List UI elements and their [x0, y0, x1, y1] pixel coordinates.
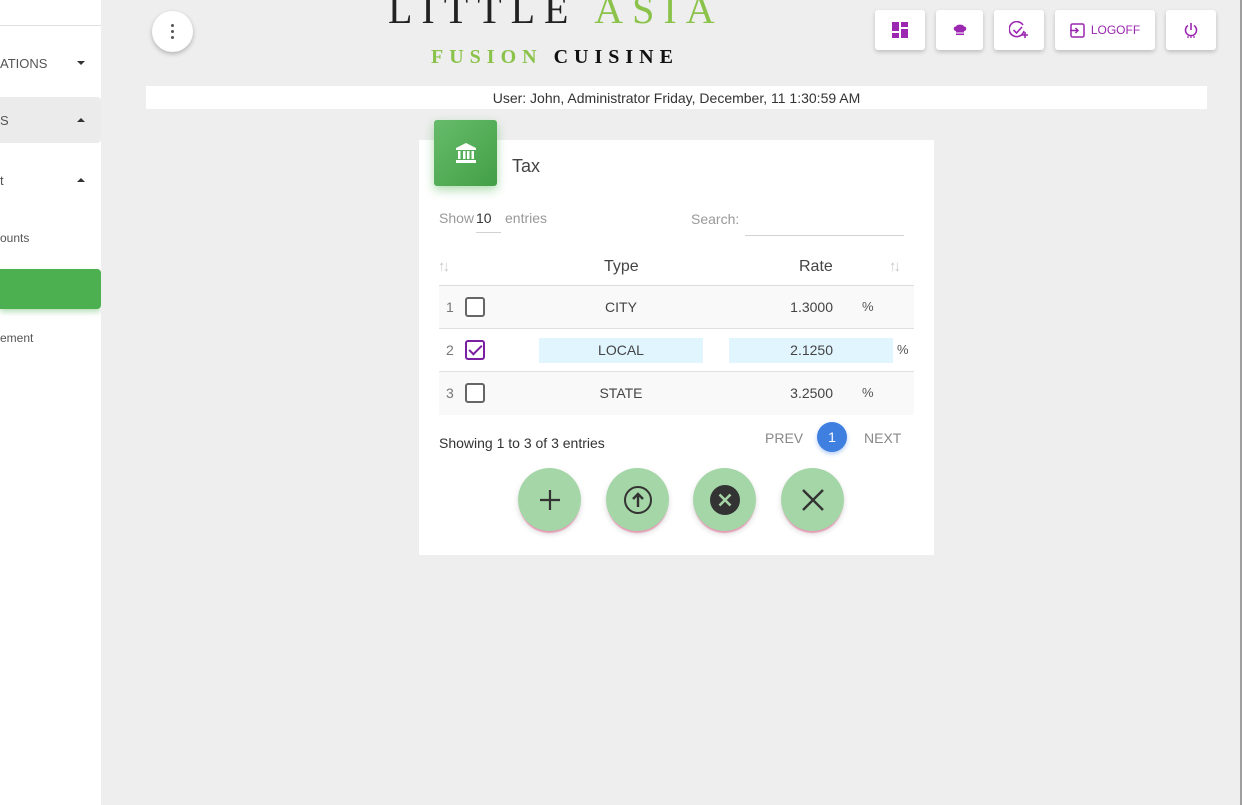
logoff-button[interactable]: LOGOFF: [1055, 10, 1155, 50]
entries-label: entries: [505, 210, 548, 226]
dashboard-button[interactable]: [875, 10, 925, 50]
logout-icon: [1069, 22, 1085, 38]
bank-icon: [455, 143, 476, 163]
close-button[interactable]: [781, 468, 844, 531]
search-label: Search:: [691, 211, 740, 227]
prev-page-button[interactable]: PREV: [765, 430, 803, 446]
card-header-icon: [434, 120, 497, 186]
column-header-type[interactable]: Type: [604, 258, 639, 276]
close-icon: [801, 488, 824, 511]
dashboard-icon: [892, 22, 908, 38]
row-rate-field[interactable]: 2.1250: [729, 338, 893, 363]
next-page-button[interactable]: NEXT: [864, 430, 901, 446]
row-unit: %: [862, 299, 874, 314]
logo-word-asia: ASIA: [594, 0, 724, 32]
caret-up-icon: [77, 118, 85, 122]
sidebar-item-accounts[interactable]: ounts: [0, 229, 101, 247]
logo-word-cuisine: CUISINE: [553, 46, 679, 68]
sidebar-item-label: ounts: [0, 231, 30, 245]
row-type-field[interactable]: LOCAL: [539, 338, 703, 363]
card-title: Tax: [512, 156, 541, 176]
logo-subtitle: FUSION CUISINE: [431, 46, 679, 69]
table-row[interactable]: 2 LOCAL 2.1250 %: [439, 329, 914, 372]
table-row[interactable]: 1 CITY 1.3000 %: [439, 286, 914, 329]
power-button[interactable]: [1166, 10, 1216, 50]
more-vertical-icon: [171, 24, 174, 39]
check-add-icon: [1009, 21, 1028, 38]
caret-down-icon: [77, 61, 85, 65]
show-label: Show: [439, 210, 475, 226]
row-type: STATE: [599, 385, 643, 401]
sidebar-item-operations[interactable]: ATIONS: [0, 52, 101, 74]
logoff-label: LOGOFF: [1090, 23, 1141, 37]
row-type: CITY: [605, 299, 637, 315]
row-checkbox[interactable]: [465, 297, 485, 317]
sidebar-item-settings[interactable]: S: [0, 97, 101, 143]
x-circle-icon: [709, 484, 740, 515]
table-row[interactable]: 3 STATE 3.2500 %: [439, 372, 914, 415]
sidebar-divider: [0, 25, 101, 26]
logo-word-fusion: FUSION: [431, 46, 543, 68]
plus-icon: [539, 489, 560, 510]
sort-icon[interactable]: ↑↓: [889, 258, 901, 275]
logo-title: LITTLE ASIA: [388, 0, 724, 33]
row-unit: %: [862, 385, 874, 400]
row-number: 2: [446, 342, 454, 358]
entries-select[interactable]: 10: [476, 210, 501, 233]
page-button[interactable]: 1: [817, 422, 847, 452]
column-header-rate[interactable]: Rate: [799, 258, 833, 276]
row-checkbox[interactable]: [465, 383, 485, 403]
sidebar-item-label: t: [0, 172, 4, 188]
search-input[interactable]: [745, 206, 904, 236]
power-icon: [1184, 23, 1198, 38]
cancel-button[interactable]: [693, 468, 756, 531]
chef-hat-icon: [953, 24, 966, 35]
sidebar-item-label: ATIONS: [0, 55, 48, 71]
check-add-button[interactable]: [994, 10, 1044, 50]
sidebar-item-label: S: [0, 112, 9, 128]
upload-button[interactable]: [606, 468, 669, 531]
caret-up-icon: [77, 178, 85, 182]
sidebar-item-management[interactable]: ement: [0, 329, 101, 347]
status-text: User: John, Administrator Friday, Decemb…: [492, 89, 861, 106]
row-number: 1: [446, 299, 454, 315]
row-checkbox[interactable]: [465, 340, 485, 360]
pagination-info: Showing 1 to 3 of 3 entries: [439, 435, 605, 451]
row-number: 3: [446, 385, 454, 401]
row-unit: %: [897, 342, 909, 357]
chef-button[interactable]: [936, 10, 983, 50]
sidebar-item-tax-active[interactable]: [0, 269, 101, 309]
sidebar: ATIONS S t ounts ement: [0, 0, 101, 805]
sidebar-item-account[interactable]: t: [0, 169, 101, 191]
sidebar-item-label: ement: [0, 331, 34, 345]
status-bar: User: John, Administrator Friday, Decemb…: [146, 86, 1207, 109]
upload-circle-icon: [623, 485, 652, 514]
sort-icon[interactable]: ↑↓: [438, 258, 450, 275]
menu-button[interactable]: [152, 11, 193, 52]
add-button[interactable]: [518, 468, 581, 531]
logo-word-little: LITTLE: [388, 0, 578, 32]
